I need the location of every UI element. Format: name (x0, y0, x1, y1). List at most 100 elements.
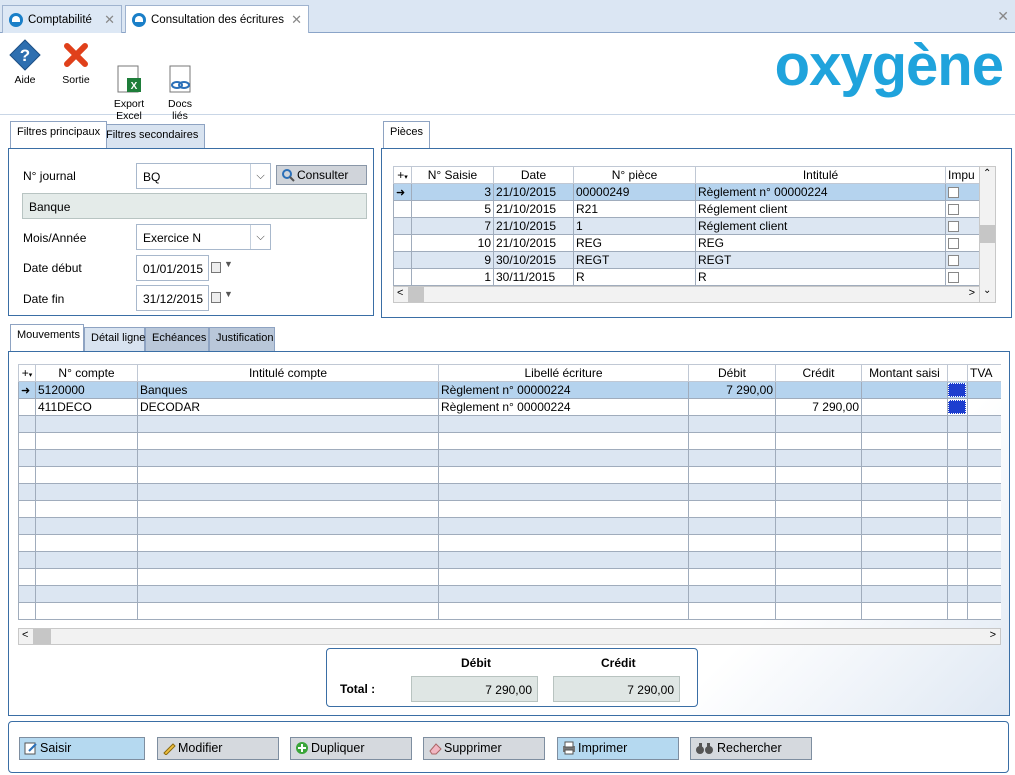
cell-tva[interactable] (967, 500, 1001, 518)
cell-tva-flag[interactable] (947, 398, 968, 416)
cell-intitule-compte[interactable]: DECODAR (137, 398, 439, 416)
cell-tva[interactable] (967, 602, 1001, 620)
col-blank[interactable] (947, 364, 968, 382)
table-row[interactable] (18, 415, 1001, 433)
row-indicator[interactable] (18, 551, 36, 569)
cell-compte[interactable]: 5120000 (35, 381, 138, 399)
cell-compte[interactable] (35, 432, 138, 450)
cell-credit[interactable] (775, 517, 862, 535)
modifier-button[interactable]: Modifier (157, 737, 279, 760)
row-indicator[interactable] (393, 217, 412, 235)
cell-compte[interactable] (35, 449, 138, 467)
cell-tva[interactable] (967, 381, 1001, 399)
cell-intitule[interactable]: Réglement client (695, 217, 946, 235)
col-intitule[interactable]: Intitulé (695, 166, 946, 184)
movements-horizontal-scrollbar[interactable]: < > (18, 628, 1001, 645)
row-indicator[interactable] (18, 398, 36, 416)
cell-date[interactable]: 21/10/2015 (493, 234, 574, 252)
close-window-icon[interactable]: ✕ (997, 8, 1009, 25)
cell-credit[interactable] (775, 466, 862, 484)
cell-tva[interactable] (967, 534, 1001, 552)
rechercher-button[interactable]: Rechercher (690, 737, 812, 760)
cell-imputation[interactable] (945, 234, 980, 252)
cell-debit[interactable] (688, 483, 776, 501)
cell-debit[interactable] (688, 517, 776, 535)
tva-indicator-icon[interactable] (948, 400, 966, 415)
row-indicator[interactable] (18, 483, 36, 501)
cell-tva-flag[interactable] (947, 568, 968, 586)
cell-tva-flag[interactable] (947, 534, 968, 552)
cell-tva[interactable] (967, 483, 1001, 501)
cell-credit[interactable]: 7 290,00 (775, 398, 862, 416)
cell-piece[interactable]: REGT (573, 251, 696, 269)
col-compte[interactable]: N° compte (35, 364, 138, 382)
table-row[interactable] (18, 483, 1001, 501)
cell-imputation[interactable] (945, 251, 980, 269)
tab-justification[interactable]: Justification (209, 327, 275, 351)
col-intitule-compte[interactable]: Intitulé compte (137, 364, 439, 382)
cell-montant-saisi[interactable] (861, 381, 948, 399)
scroll-thumb[interactable] (33, 629, 51, 644)
col-credit[interactable]: Crédit (775, 364, 862, 382)
table-row[interactable]: 1 30/11/2015 R R (393, 268, 980, 286)
row-indicator[interactable] (18, 534, 36, 552)
cell-intitule-compte[interactable] (137, 483, 439, 501)
cell-libelle[interactable] (438, 483, 689, 501)
tab-mouvements[interactable]: Mouvements (10, 324, 84, 351)
cell-intitule-compte[interactable] (137, 432, 439, 450)
cell-libelle[interactable]: Règlement n° 00000224 (438, 398, 689, 416)
row-indicator[interactable] (393, 200, 412, 218)
cell-intitule-compte[interactable] (137, 585, 439, 603)
start-date-input[interactable]: 01/01/2015 (136, 255, 209, 281)
help-button[interactable]: ? Aide (3, 39, 47, 86)
imputation-checkbox[interactable] (948, 272, 959, 284)
cell-piece[interactable]: 1 (573, 217, 696, 235)
cell-montant-saisi[interactable] (861, 551, 948, 569)
row-indicator[interactable] (18, 585, 36, 603)
cell-intitule-compte[interactable] (137, 602, 439, 620)
add-column-icon[interactable]: +▾ (18, 364, 36, 382)
cell-credit[interactable] (775, 483, 862, 501)
cell-libelle[interactable] (438, 500, 689, 518)
cell-saisie[interactable]: 10 (411, 234, 494, 252)
cell-intitule[interactable]: REGT (695, 251, 946, 269)
cell-intitule-compte[interactable] (137, 500, 439, 518)
cell-compte[interactable] (35, 517, 138, 535)
table-row[interactable]: 411DECO DECODAR Règlement n° 00000224 7 290… (18, 398, 1001, 416)
cell-libelle[interactable] (438, 585, 689, 603)
cell-intitule-compte[interactable] (137, 466, 439, 484)
cell-credit[interactable] (775, 568, 862, 586)
cell-tva-flag[interactable] (947, 432, 968, 450)
cell-credit[interactable] (775, 500, 862, 518)
journal-select[interactable]: BQ ⌵ (136, 163, 271, 189)
cell-tva-flag[interactable] (947, 415, 968, 433)
cell-tva-flag[interactable] (947, 602, 968, 620)
chevron-up-icon[interactable]: ⌃ (983, 168, 991, 179)
imputation-checkbox[interactable] (948, 204, 959, 216)
row-indicator[interactable]: ➜ (393, 183, 412, 201)
exit-button[interactable]: Sortie (54, 39, 98, 86)
cell-montant-saisi[interactable] (861, 415, 948, 433)
table-row[interactable]: 7 21/10/2015 1 Réglement client (393, 217, 980, 235)
cell-piece[interactable]: R21 (573, 200, 696, 218)
cell-date[interactable]: 21/10/2015 (493, 200, 574, 218)
row-indicator[interactable] (18, 466, 36, 484)
cell-saisie[interactable]: 3 (411, 183, 494, 201)
row-indicator[interactable] (18, 602, 36, 620)
export-excel-button[interactable]: X Export Excel (107, 39, 151, 122)
cell-montant-saisi[interactable] (861, 500, 948, 518)
tab-filtres-principaux[interactable]: Filtres principaux (10, 121, 108, 148)
supprimer-button[interactable]: Supprimer (423, 737, 545, 760)
cell-compte[interactable] (35, 415, 138, 433)
table-row[interactable] (18, 500, 1001, 518)
col-piece[interactable]: N° pièce (573, 166, 696, 184)
saisir-button[interactable]: Saisir (19, 737, 145, 760)
cell-debit[interactable] (688, 449, 776, 467)
tab-pieces[interactable]: Pièces (383, 121, 431, 148)
col-saisie[interactable]: N° Saisie (411, 166, 494, 184)
cell-tva[interactable] (967, 466, 1001, 484)
col-montant-saisi[interactable]: Montant saisi (861, 364, 948, 382)
table-row[interactable]: ➜ 3 21/10/2015 00000249 Règlement n° 0000022… (393, 183, 980, 201)
cell-compte[interactable] (35, 466, 138, 484)
cell-tva[interactable] (967, 517, 1001, 535)
